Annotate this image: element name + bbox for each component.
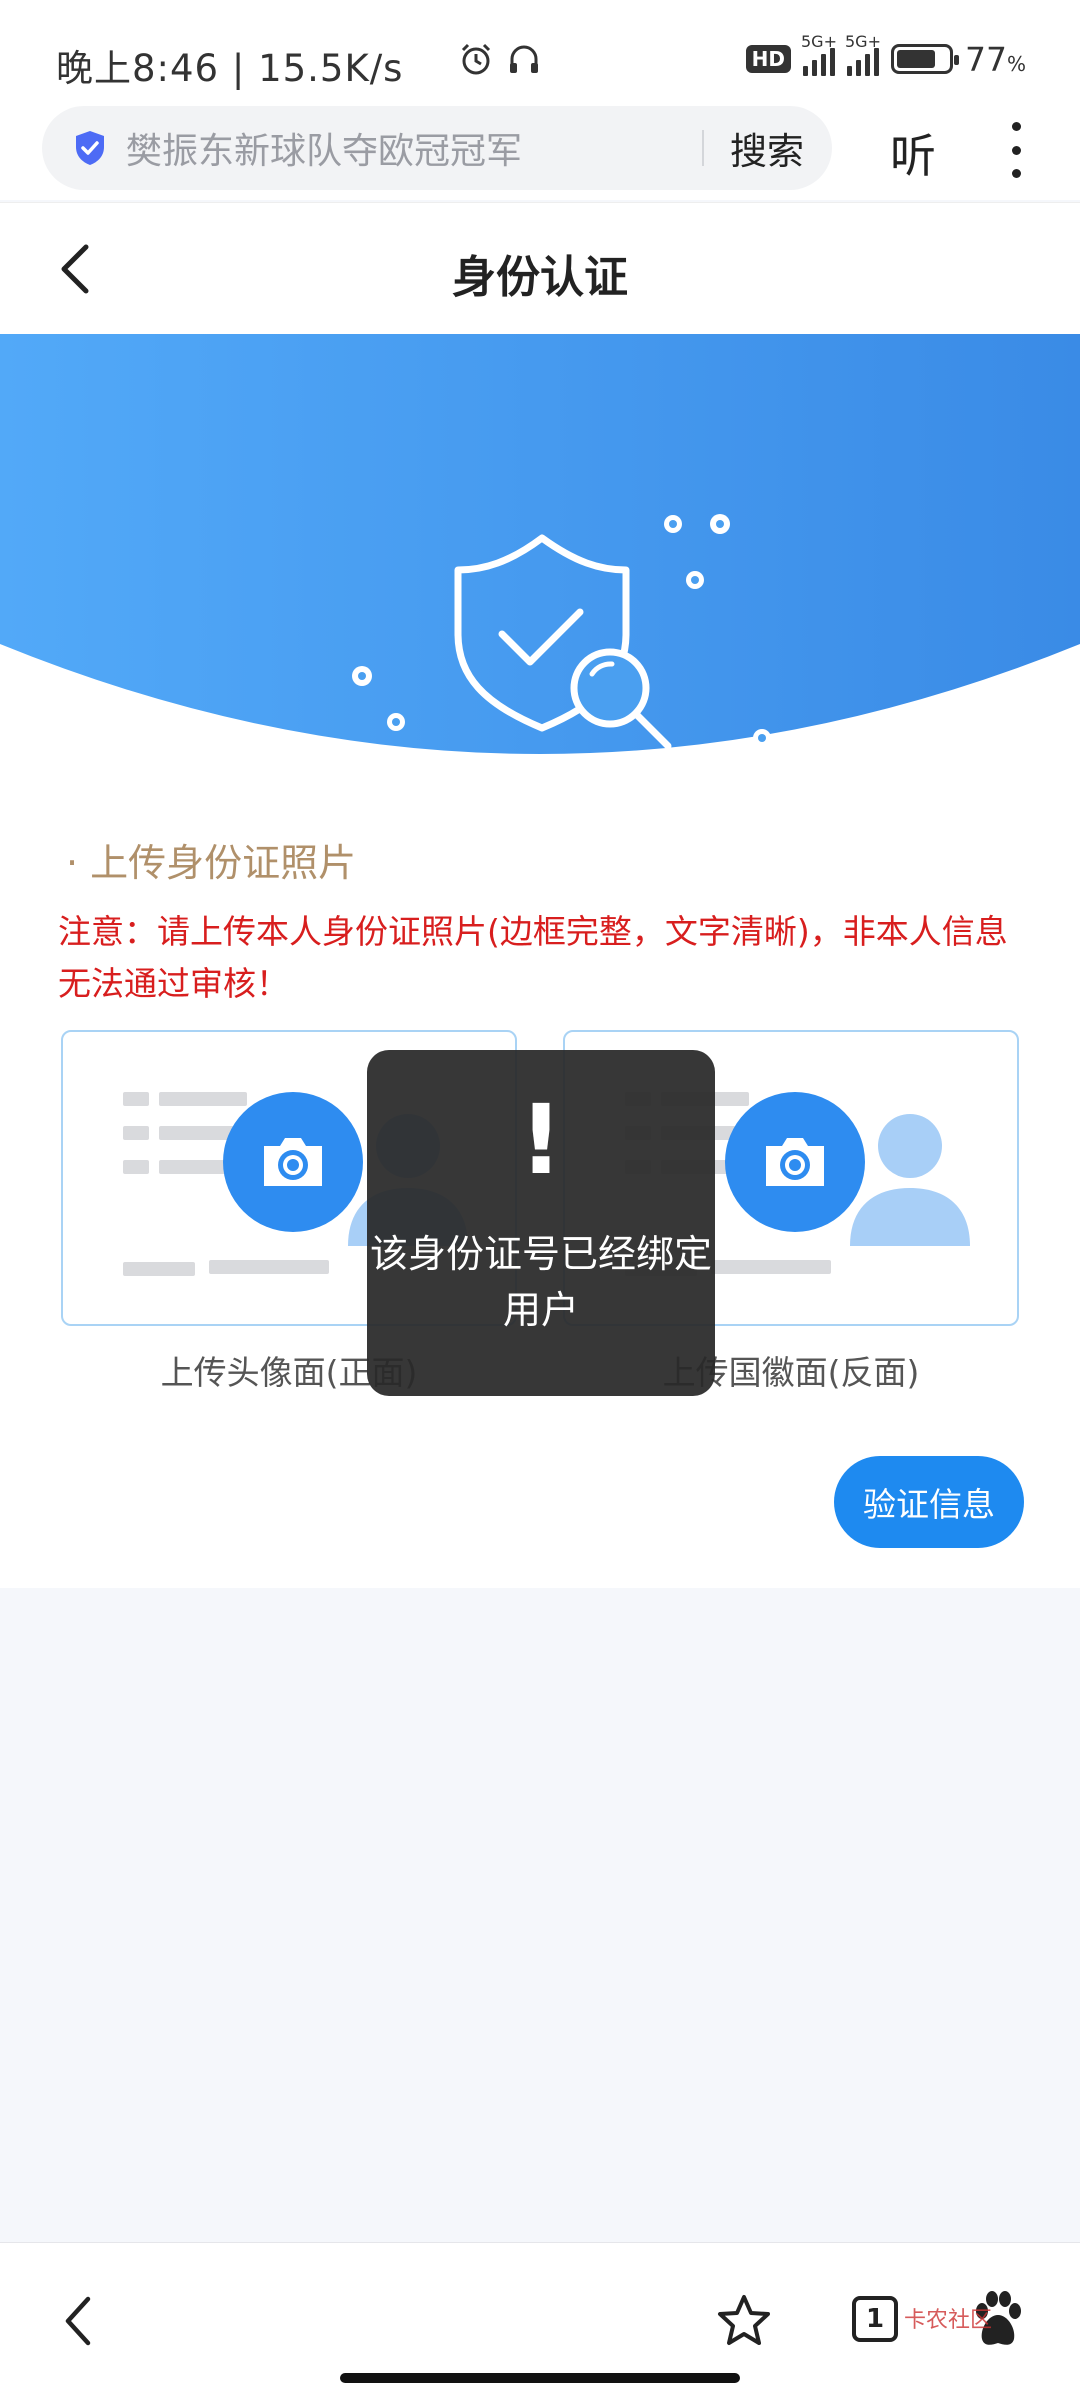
toast-text: 该身份证号已经绑定用户 bbox=[369, 1232, 712, 1332]
verify-button[interactable]: 验证信息 bbox=[834, 1456, 1024, 1548]
more-menu-icon[interactable] bbox=[1000, 122, 1032, 178]
signal-label-1: 5G+ bbox=[800, 32, 837, 51]
main-content: · 上传身份证照片 注意：请上传本人身份证照片(边框完整，文字清晰)，非本人信息… bbox=[0, 334, 1080, 1588]
page-title: 身份认证 bbox=[452, 252, 628, 303]
star-icon[interactable] bbox=[716, 2293, 772, 2349]
tabs-button[interactable]: 1 bbox=[852, 2296, 898, 2342]
toast-message: ! 该身份证号已经绑定用户 bbox=[367, 1050, 715, 1396]
battery-icon bbox=[890, 44, 959, 74]
search-button[interactable]: 搜索 bbox=[704, 121, 832, 175]
hero-banner bbox=[0, 334, 1080, 774]
status-time: 晚上8:46 | 15.5K/s bbox=[56, 47, 404, 90]
camera-icon[interactable] bbox=[725, 1092, 865, 1232]
signal-icon-2: 5G+ bbox=[845, 32, 881, 76]
signal-icon-1: 5G+ bbox=[801, 32, 837, 76]
section-title: · 上传身份证照片 bbox=[66, 841, 357, 885]
back-arrow-icon[interactable] bbox=[60, 2295, 96, 2347]
signal-label-2: 5G+ bbox=[844, 32, 881, 51]
watermark: 卡农社区 bbox=[904, 2308, 993, 2333]
exclamation-icon: ! bbox=[519, 1084, 563, 1196]
hd-badge: HD bbox=[745, 45, 791, 73]
camera-icon[interactable] bbox=[223, 1092, 363, 1232]
shield-icon bbox=[76, 131, 104, 165]
home-indicator[interactable] bbox=[340, 2373, 740, 2383]
battery-percent: 77% bbox=[964, 39, 1026, 79]
browser-toolbar: 樊振东新球队夺欧冠冠军 搜索 听 bbox=[0, 100, 1080, 200]
search-input[interactable]: 樊振东新球队夺欧冠冠军 bbox=[126, 122, 702, 174]
status-bar: 晚上8:46 | 15.5K/s HD 5G+ 5G+ 77% bbox=[0, 0, 1080, 100]
headset-icon bbox=[509, 45, 538, 73]
alarm-icon bbox=[461, 43, 490, 75]
status-icons: HD 5G+ 5G+ 77% bbox=[458, 32, 1026, 82]
upload-notice: 注意：请上传本人身份证照片(边框完整，文字清晰)，非本人信息无法通过审核！ bbox=[58, 912, 1008, 1003]
listen-button[interactable]: 听 bbox=[890, 120, 936, 186]
page-header: 身份认证 bbox=[0, 202, 1080, 334]
search-bar[interactable]: 樊振东新球队夺欧冠冠军 搜索 bbox=[42, 106, 832, 190]
